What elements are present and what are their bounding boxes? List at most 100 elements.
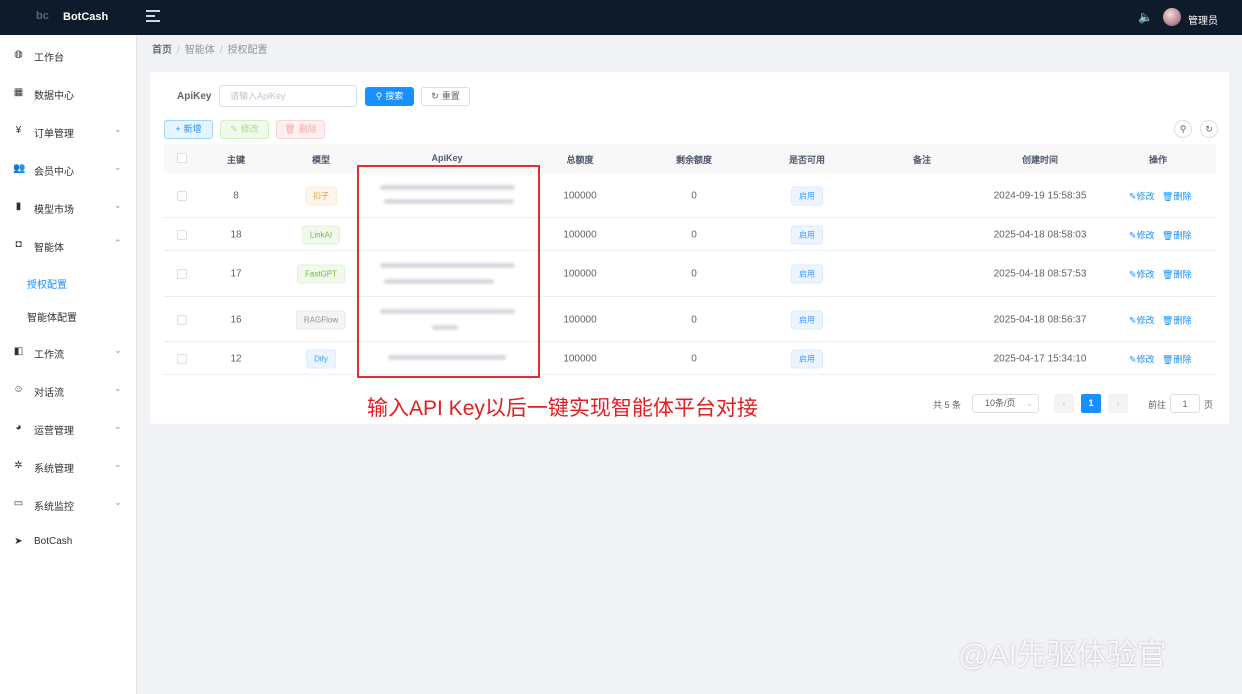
row-checkbox[interactable] bbox=[177, 229, 187, 240]
sidebar-item-label: BotCash bbox=[34, 536, 73, 547]
apikey-search-input[interactable] bbox=[219, 85, 357, 107]
cell-created: 2024-09-19 15:58:35 bbox=[993, 190, 1087, 201]
edit-icon: ✎ bbox=[1129, 191, 1137, 201]
row-delete-button[interactable]: 🗑删除 bbox=[1162, 268, 1191, 281]
sidebar-item-9[interactable]: ☺ 对话流 ⌄ bbox=[0, 375, 136, 405]
row-delete-button[interactable]: 🗑删除 bbox=[1162, 352, 1191, 365]
toggle-search-icon[interactable]: ⚲ bbox=[1174, 120, 1192, 138]
menu-collapse-icon[interactable] bbox=[146, 10, 160, 24]
row-edit-button[interactable]: ✎修改 bbox=[1129, 189, 1155, 202]
chevron-down-icon: ⌄ bbox=[114, 421, 122, 431]
breadcrumb-current: 授权配置 bbox=[227, 45, 268, 56]
trash-icon: 🗑 bbox=[1162, 191, 1174, 201]
trash-icon: 🗑 bbox=[1162, 354, 1174, 364]
page-number-current[interactable]: 1 bbox=[1081, 394, 1101, 413]
status-badge: 启用 bbox=[791, 349, 823, 368]
sidebar-item-5[interactable]: ◘ 智能体 ⌃ bbox=[0, 230, 136, 260]
monitor-icon: ▭ bbox=[13, 498, 24, 509]
sidebar-item-1[interactable]: ▦ 数据中心 bbox=[0, 78, 136, 108]
trash-icon: 🗑 bbox=[1162, 269, 1174, 280]
add-button[interactable]: + 新增 bbox=[164, 120, 213, 139]
row-delete-button[interactable]: 🗑删除 bbox=[1162, 228, 1191, 241]
table-row[interactable]: 12 Dify 100000 0 启用 2025-04-17 15:34:10 ✎修改 🗑删除 bbox=[164, 342, 1216, 375]
sidebar-item-13[interactable]: ➤ BotCash bbox=[0, 527, 136, 557]
table-row[interactable]: 17 FastGPT 100000 0 启用 2025-04-18 08:57:53 ✎修改… bbox=[164, 251, 1216, 297]
sidebar-item-6[interactable]: 授权配置 bbox=[0, 267, 136, 297]
user-name[interactable]: 管理员 bbox=[1188, 12, 1218, 27]
page-size-select[interactable]: 10条/页 ⌄ bbox=[972, 394, 1039, 413]
sidebar-item-2[interactable]: ¥ 订单管理 ⌄ bbox=[0, 116, 136, 146]
sidebar-item-10[interactable]: ◕ 运营管理 ⌄ bbox=[0, 413, 136, 443]
sidebar: ◍ 工作台 ▦ 数据中心 ¥ 订单管理 ⌄ 👥 会员中心 ⌄ ▮ 模型市场 ⌄ ◘ 智能体 ⌃ 授权配置智能体配… bbox=[0, 35, 137, 694]
agent-icon: ◘ bbox=[15, 239, 22, 250]
table-header: 主键 模型 ApiKey 总额度 剩余额度 是否可用 备注 创建时间 操作 bbox=[164, 144, 1216, 173]
trash-icon: 🗑 bbox=[1162, 230, 1174, 240]
chevron-up-icon: ⌃ bbox=[114, 238, 122, 248]
sidebar-item-7[interactable]: 智能体配置 bbox=[0, 300, 136, 330]
speaker-icon[interactable]: 🔈 bbox=[1138, 10, 1153, 24]
row-checkbox[interactable] bbox=[177, 269, 187, 279]
edit-icon: ✎ bbox=[1129, 354, 1137, 364]
sidebar-item-0[interactable]: ◍ 工作台 bbox=[0, 40, 136, 70]
delete-button[interactable]: 🗑 删除 bbox=[276, 120, 325, 139]
model-tag: FastGPT bbox=[296, 264, 346, 284]
status-badge: 启用 bbox=[791, 186, 823, 205]
cell-remaining: 0 bbox=[691, 314, 697, 325]
row-delete-button[interactable]: 🗑删除 bbox=[1162, 313, 1191, 326]
row-edit-button[interactable]: ✎修改 bbox=[1129, 313, 1155, 326]
table-row[interactable]: 16 RAGFlow 100000 0 启用 2025-04-18 08:56:37 ✎修改… bbox=[164, 297, 1216, 342]
sidebar-item-12[interactable]: ▭ 系统监控 ⌄ bbox=[0, 489, 136, 519]
yen-icon: ¥ bbox=[15, 125, 22, 136]
row-edit-label: 修改 bbox=[1136, 191, 1155, 201]
row-checkbox[interactable] bbox=[177, 190, 187, 201]
row-delete-label: 删除 bbox=[1173, 191, 1192, 201]
avatar[interactable] bbox=[1163, 8, 1181, 26]
cell-total: 100000 bbox=[563, 229, 597, 240]
model-tag: RAGFlow bbox=[295, 310, 347, 329]
table-row[interactable]: 8 扣子 100000 0 启用 2024-09-19 15:58:35 ✎修改 🗑删除 bbox=[164, 173, 1216, 218]
row-delete-button[interactable]: 🗑删除 bbox=[1162, 189, 1191, 202]
data-center-icon: ▦ bbox=[13, 87, 24, 98]
chevron-down-icon: ⌄ bbox=[114, 383, 122, 393]
send-icon: ➤ bbox=[14, 536, 23, 547]
row-checkbox[interactable] bbox=[177, 353, 187, 364]
sidebar-item-4[interactable]: ▮ 模型市场 ⌄ bbox=[0, 192, 136, 222]
row-edit-button[interactable]: ✎修改 bbox=[1129, 228, 1155, 241]
sidebar-item-label: 会员中心 bbox=[34, 167, 74, 178]
next-page-button[interactable]: › bbox=[1108, 394, 1128, 413]
sidebar-item-8[interactable]: ◧ 工作流 ⌄ bbox=[0, 337, 136, 367]
edit-button[interactable]: ✎ 修改 bbox=[220, 120, 269, 139]
chevron-down-icon: ⌄ bbox=[1026, 399, 1033, 408]
sidebar-item-11[interactable]: ✲ 系统管理 ⌄ bbox=[0, 451, 136, 481]
row-checkbox[interactable] bbox=[177, 314, 187, 325]
sidebar-item-label: 对话流 bbox=[34, 388, 64, 399]
cell-remaining: 0 bbox=[691, 190, 697, 201]
reset-button[interactable]: ↻ 重置 bbox=[421, 87, 470, 106]
cell-created: 2025-04-18 08:58:03 bbox=[993, 229, 1087, 240]
goto-page-input[interactable] bbox=[1170, 394, 1200, 413]
apikey-search-label: ApiKey bbox=[177, 91, 212, 102]
prev-page-button[interactable]: ‹ bbox=[1054, 394, 1074, 413]
row-edit-button[interactable]: ✎修改 bbox=[1129, 352, 1155, 365]
sidebar-item-label: 智能体 bbox=[34, 243, 64, 254]
refresh-table-icon[interactable]: ↻ bbox=[1200, 120, 1218, 138]
logo-icon: bc bbox=[36, 10, 49, 22]
model-tag: LinkAI bbox=[301, 225, 341, 244]
breadcrumb-home[interactable]: 首页 bbox=[152, 45, 172, 56]
col-total: 总额度 bbox=[566, 155, 594, 165]
status-badge: 启用 bbox=[791, 225, 823, 244]
model-tag: 扣子 bbox=[305, 186, 337, 205]
refresh-icon: ↻ bbox=[431, 91, 439, 101]
cell-remaining: 0 bbox=[691, 268, 697, 280]
cell-total: 100000 bbox=[563, 353, 597, 364]
search-button[interactable]: ⚲ 搜索 bbox=[365, 87, 414, 106]
cell-created: 2025-04-18 08:57:53 bbox=[993, 268, 1087, 280]
select-all-checkbox[interactable] bbox=[177, 153, 187, 163]
table-row[interactable]: 18 LinkAI 100000 0 启用 2025-04-18 08:58:03 ✎修改 🗑… bbox=[164, 218, 1216, 251]
sidebar-item-label: 授权配置 bbox=[27, 280, 67, 291]
trash-icon: 🗑 bbox=[284, 124, 296, 134]
row-delete-label: 删除 bbox=[1173, 230, 1192, 240]
col-model: 模型 bbox=[311, 155, 331, 165]
row-edit-button[interactable]: ✎修改 bbox=[1129, 268, 1155, 281]
sidebar-item-3[interactable]: 👥 会员中心 ⌄ bbox=[0, 154, 136, 184]
